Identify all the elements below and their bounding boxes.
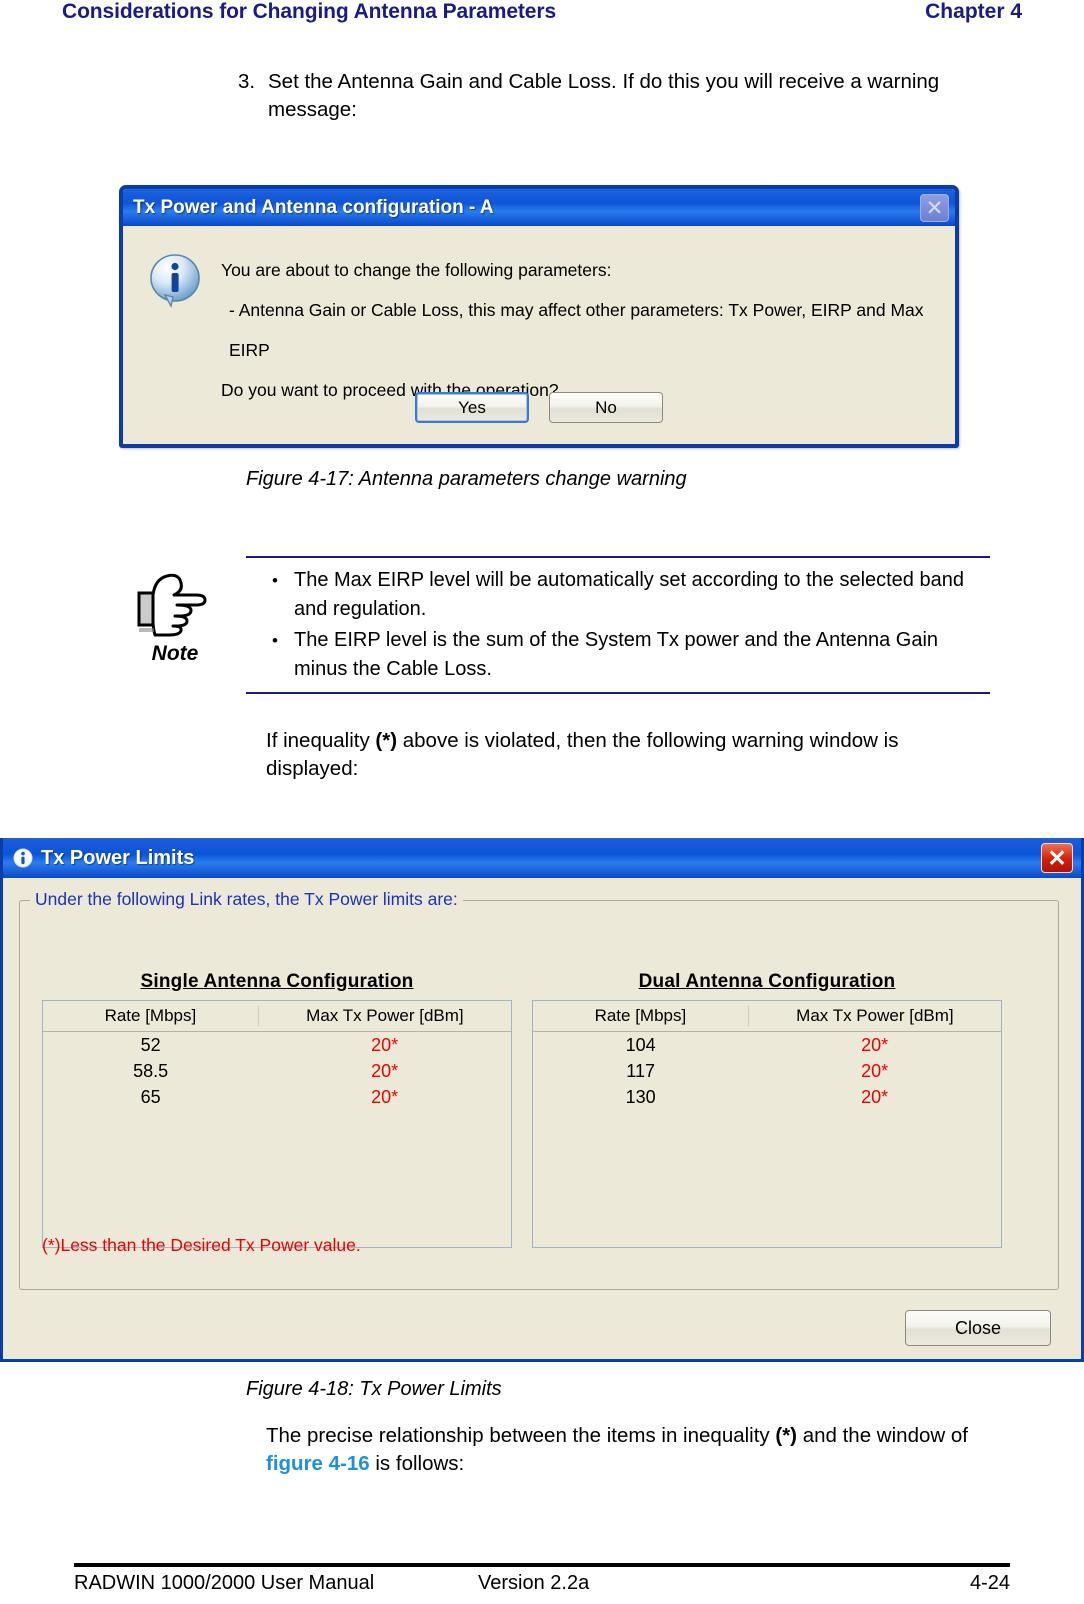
cell-rate: 104 <box>625 1034 656 1055</box>
dialog-body: You are about to change the following pa… <box>123 226 955 444</box>
table-row[interactable]: 52 20* <box>43 1032 511 1058</box>
note-bullets: The Max EIRP level will be automatically… <box>250 566 990 686</box>
figure-4-16-link[interactable]: figure 4-16 <box>266 1452 370 1475</box>
footer-rule <box>74 1563 1010 1567</box>
table-header-row: Rate [Mbps] Max Tx Power [dBm] <box>43 1001 511 1032</box>
paragraph-relationship-part3: is follows: <box>369 1452 465 1475</box>
footer-page-number: 4-24 <box>969 1572 1010 1594</box>
table-row[interactable]: 130 20* <box>533 1084 1001 1110</box>
limits-title: Tx Power Limits <box>41 846 195 869</box>
paragraph-inequality-bold: (*) <box>375 729 398 752</box>
single-antenna-heading: Single Antenna Configuration <box>140 971 414 992</box>
table-header-row: Rate [Mbps] Max Tx Power [dBm] <box>533 1001 1001 1032</box>
step-number: 3. <box>238 70 256 93</box>
running-head-chapter: Chapter 4 <box>925 0 1022 23</box>
step-item: 3. Set the Antenna Gain and Cable Loss. … <box>238 68 998 124</box>
running-head-title: Considerations for Changing Antenna Para… <box>62 0 557 23</box>
yes-button[interactable]: Yes <box>415 392 529 423</box>
table-row[interactable]: 104 20* <box>533 1032 1001 1058</box>
note-rule-bottom <box>246 692 990 694</box>
cell-max-tx-power: 20* <box>371 1086 399 1107</box>
close-x-icon[interactable]: ✕ <box>920 194 949 222</box>
column-header-rate[interactable]: Rate [Mbps] <box>533 1006 748 1026</box>
cell-max-tx-power: 20* <box>861 1060 889 1081</box>
table-row[interactable]: 58.5 20* <box>43 1058 511 1084</box>
dual-antenna-table[interactable]: Rate [Mbps] Max Tx Power [dBm] 104 20* 1… <box>532 1000 1002 1248</box>
limits-footnote: (*)Less than the Desired Tx Power value. <box>42 1235 361 1255</box>
figure-4-17-caption: Figure 4-17: Antenna parameters change w… <box>246 468 687 490</box>
cell-rate: 58.5 <box>133 1060 169 1081</box>
cell-rate: 117 <box>626 1060 655 1081</box>
groupbox-title: Under the following Link rates, the Tx P… <box>30 889 463 910</box>
cell-max-tx-power: 20* <box>371 1060 399 1081</box>
cell-rate: 65 <box>140 1086 161 1107</box>
list-item: The Max EIRP level will be automatically… <box>272 566 990 624</box>
dialog-message-line1: You are about to change the following pa… <box>221 260 612 280</box>
dialog-title-bar[interactable]: Tx Power and Antenna configuration - A ✕ <box>123 189 955 226</box>
single-antenna-table-wrap: Single Antenna Configuration Rate [Mbps]… <box>42 971 512 1248</box>
info-icon <box>13 848 33 868</box>
close-button[interactable]: Close <box>905 1310 1051 1346</box>
dialog-title: Tx Power and Antenna configuration - A <box>133 196 494 218</box>
tx-power-limits-dialog: Tx Power Limits ✕ Under the following Li… <box>0 838 1084 1362</box>
footer-manual-name: RADWIN 1000/2000 User Manual <box>74 1572 375 1594</box>
cell-rate: 52 <box>140 1034 161 1055</box>
table-row[interactable]: 65 20* <box>43 1084 511 1110</box>
dialog-button-row: Yes No <box>123 392 955 423</box>
footer-version: Version 2.2a <box>478 1572 590 1594</box>
step-text: Set the Antenna Gain and Cable Loss. If … <box>268 70 940 121</box>
link-rates-groupbox: Under the following Link rates, the Tx P… <box>19 889 1059 1290</box>
paragraph-relationship: The precise relationship between the ite… <box>266 1422 996 1478</box>
cell-rate: 130 <box>625 1086 656 1107</box>
note-block: Note The Max EIRP level will be automati… <box>128 556 990 696</box>
cell-max-tx-power: 20* <box>861 1034 889 1055</box>
no-button[interactable]: No <box>549 392 663 423</box>
cell-max-tx-power: 20* <box>371 1034 399 1055</box>
dual-antenna-heading: Dual Antenna Configuration <box>638 971 896 992</box>
limits-content: Under the following Link rates, the Tx P… <box>3 878 1081 1359</box>
running-head: Considerations for Changing Antenna Para… <box>0 0 1084 34</box>
dialog-message-line2: - Antenna Gain or Cable Loss, this may a… <box>229 300 924 360</box>
paragraph-inequality-part1: If inequality <box>266 729 376 752</box>
pointing-hand-icon <box>130 562 216 640</box>
note-rule-top <box>246 556 990 558</box>
cell-max-tx-power: 20* <box>861 1086 889 1107</box>
table-row[interactable]: 117 20* <box>533 1058 1001 1084</box>
limits-title-bar[interactable]: Tx Power Limits ✕ <box>3 838 1081 878</box>
figure-4-18-caption: Figure 4-18: Tx Power Limits <box>246 1378 502 1400</box>
info-icon <box>149 254 203 312</box>
column-header-max-tx-power[interactable]: Max Tx Power [dBm] <box>747 1006 1001 1026</box>
paragraph-inequality: If inequality (*) above is violated, the… <box>266 727 996 783</box>
tx-power-antenna-config-dialog: Tx Power and Antenna configuration - A ✕ <box>119 185 959 448</box>
paragraph-relationship-part1: The precise relationship between the ite… <box>266 1424 776 1447</box>
paragraph-relationship-bold: (*) <box>775 1424 798 1447</box>
note-label: Note <box>151 642 199 665</box>
column-header-max-tx-power[interactable]: Max Tx Power [dBm] <box>257 1006 511 1026</box>
close-x-icon[interactable]: ✕ <box>1041 843 1073 873</box>
dialog-message: You are about to change the following pa… <box>221 250 937 410</box>
close-button-wrap: Close <box>905 1310 1051 1346</box>
dual-antenna-table-wrap: Dual Antenna Configuration Rate [Mbps] M… <box>532 971 1002 1248</box>
column-header-rate[interactable]: Rate [Mbps] <box>43 1006 258 1026</box>
paragraph-relationship-part2: and the window of <box>797 1424 968 1447</box>
single-antenna-table[interactable]: Rate [Mbps] Max Tx Power [dBm] 52 20* 58… <box>42 1000 512 1248</box>
list-item: The EIRP level is the sum of the System … <box>272 626 990 684</box>
